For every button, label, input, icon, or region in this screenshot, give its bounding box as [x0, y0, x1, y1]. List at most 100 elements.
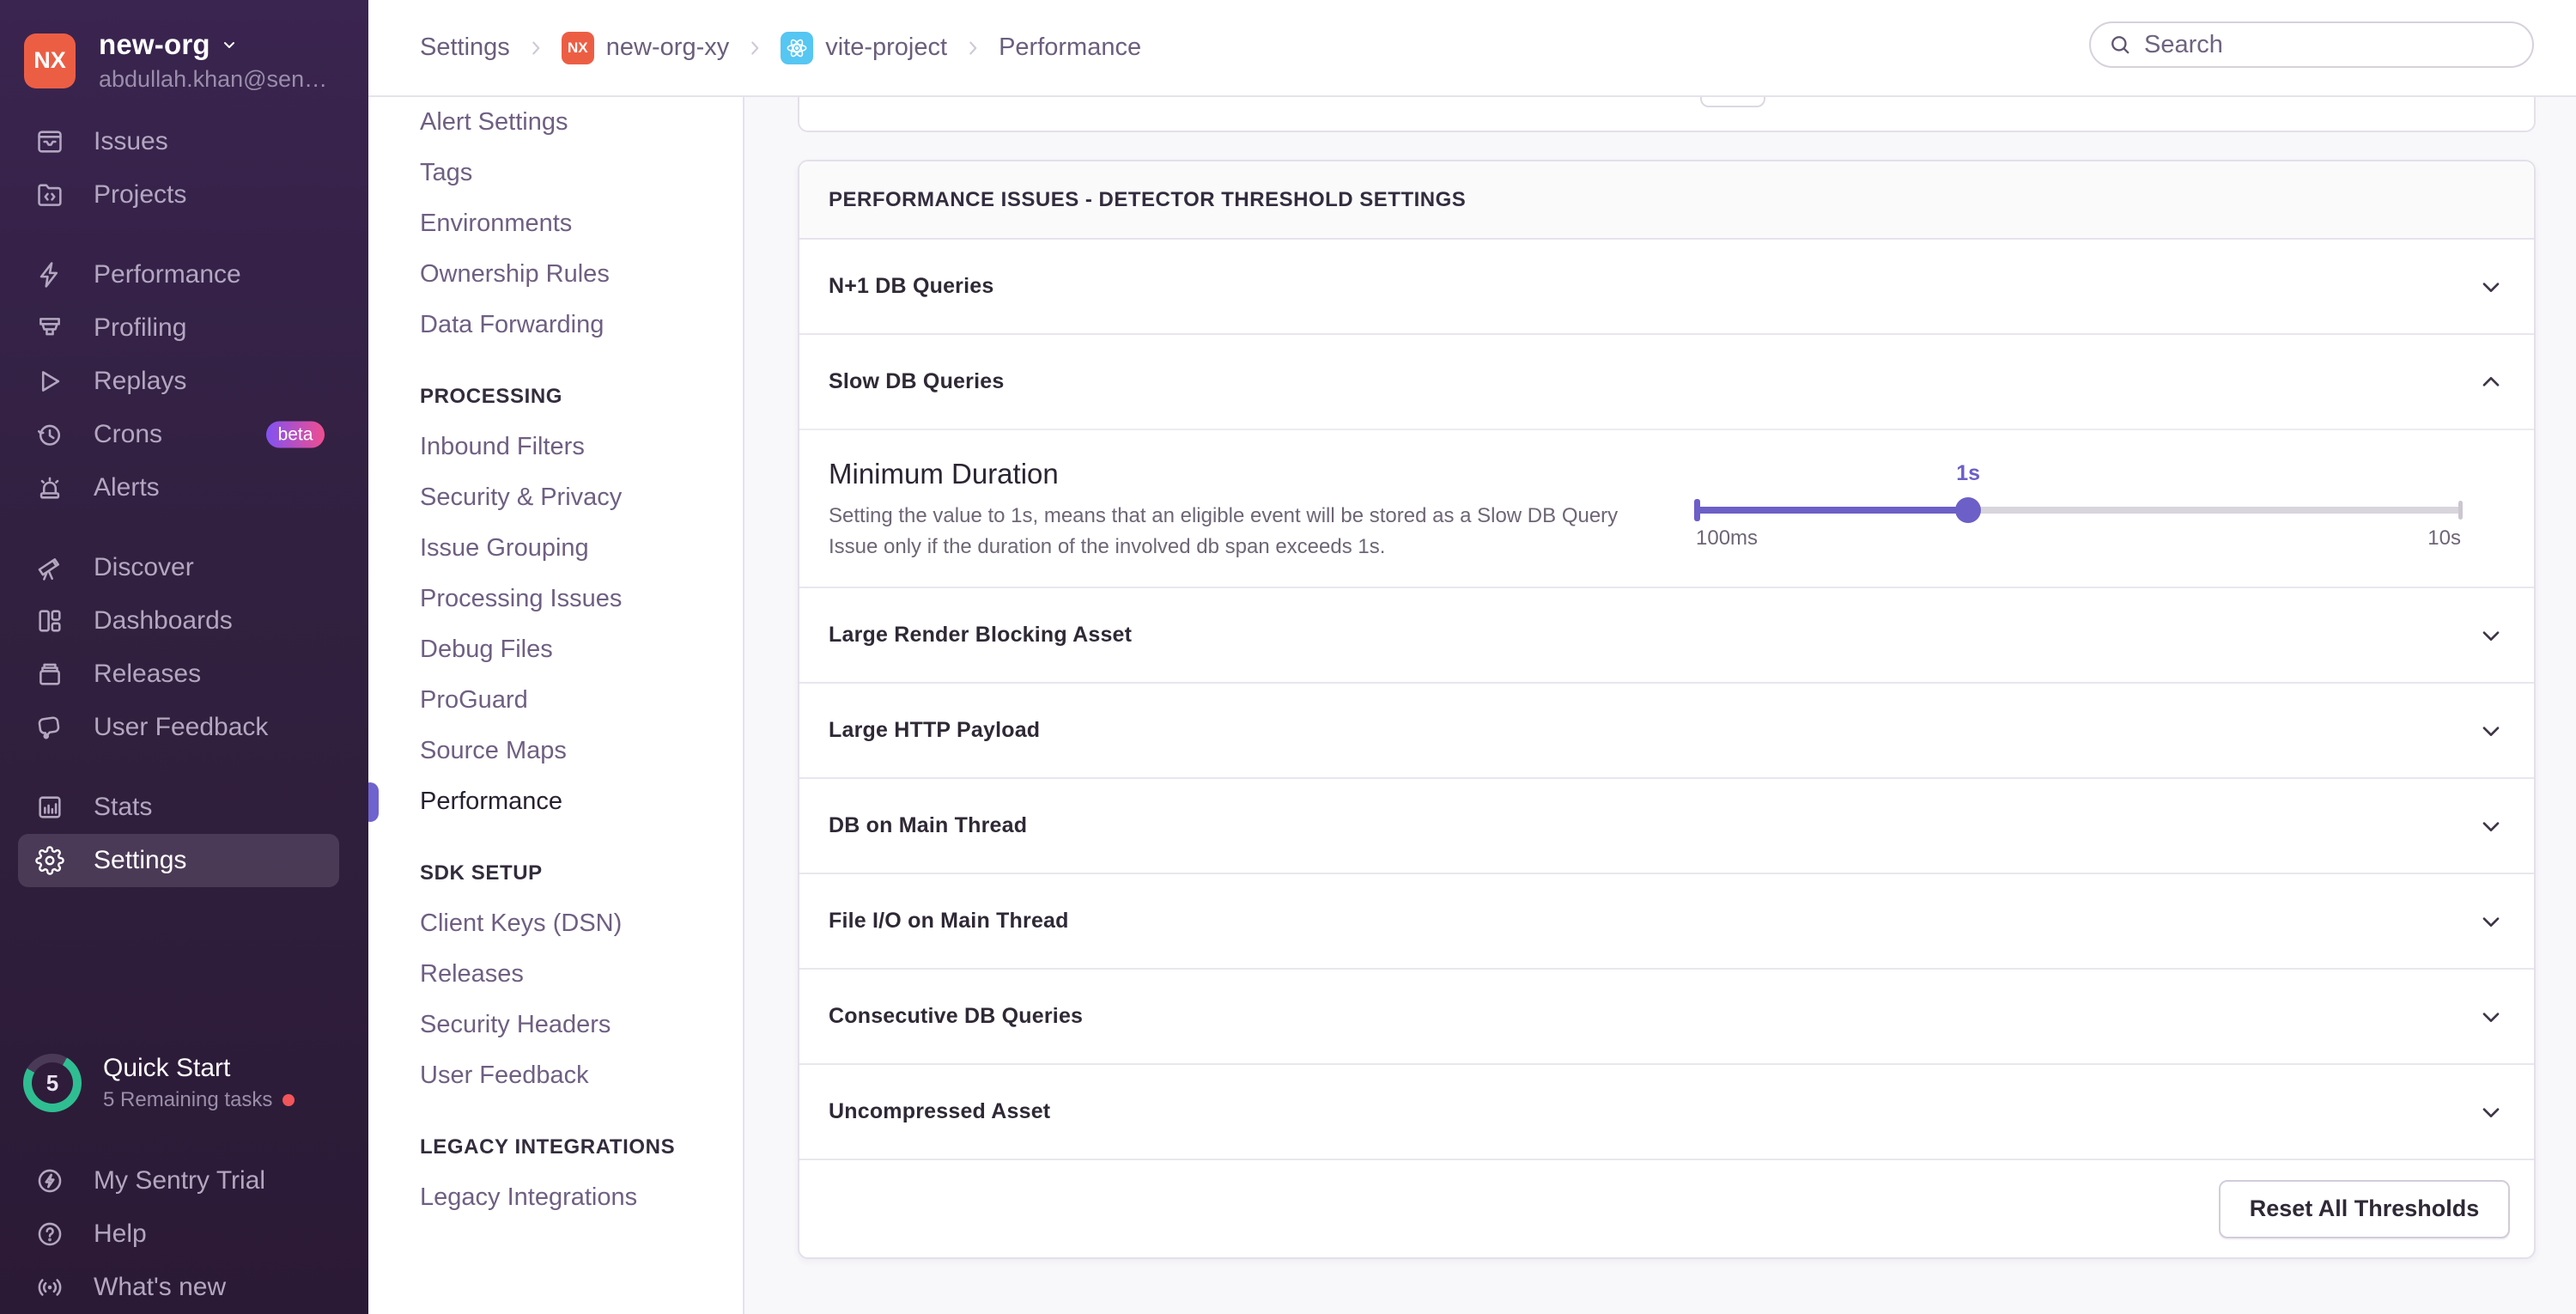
sidebar-item-profiling[interactable]: Profiling	[18, 301, 339, 355]
quick-start[interactable]: 5 Quick Start 5 Remaining tasks	[23, 1054, 351, 1112]
slow-db-queries-detail: Minimum Duration Setting the value to 1s…	[799, 430, 2534, 588]
org-switcher[interactable]: NX new-org abdullah.khan@sen…	[24, 28, 327, 93]
chevron-down-icon	[2477, 908, 2505, 935]
performance-icon	[34, 259, 65, 290]
settings-nav-section-sdk-setup: SDK SETUP	[420, 861, 543, 885]
notification-dot	[283, 1094, 295, 1106]
quick-start-title: Quick Start	[103, 1054, 231, 1082]
chevron-right-icon	[962, 37, 984, 59]
row-slow-db-queries[interactable]: Slow DB Queries	[799, 335, 2534, 430]
discover-icon	[34, 552, 65, 583]
slider-min-tick	[1694, 499, 1700, 521]
row-db-on-main-thread[interactable]: DB on Main Thread	[799, 779, 2534, 874]
settings-nav-proguard[interactable]: ProGuard	[368, 675, 743, 726]
sidebar-item-dashboards[interactable]: Dashboards	[18, 594, 339, 648]
chevron-down-icon	[2477, 273, 2505, 301]
settings-nav-security-privacy[interactable]: Security & Privacy	[368, 472, 743, 523]
settings-nav-section-legacy: LEGACY INTEGRATIONS	[420, 1135, 676, 1159]
sidebar-item-releases[interactable]: Releases	[18, 648, 339, 701]
sidebar-item-settings[interactable]: Settings	[18, 834, 339, 887]
sidebar-item-performance[interactable]: Performance	[18, 248, 339, 301]
breadcrumb-project[interactable]: vite-project	[781, 31, 947, 64]
row-large-render-blocking-asset[interactable]: Large Render Blocking Asset	[799, 588, 2534, 684]
settings-nav-releases[interactable]: Releases	[368, 949, 743, 1000]
settings-nav-legacy-integrations[interactable]: Legacy Integrations	[368, 1172, 743, 1223]
threshold-settings-panel: PERFORMANCE ISSUES - DETECTOR THRESHOLD …	[798, 160, 2536, 1259]
sidebar-item-discover[interactable]: Discover	[18, 541, 339, 594]
sidebar-item-replays[interactable]: Replays	[18, 355, 339, 408]
sidebar-item-stats[interactable]: Stats	[18, 781, 339, 834]
chevron-up-icon	[2477, 368, 2505, 396]
help-icon	[34, 1219, 65, 1250]
search-box[interactable]	[2089, 21, 2534, 68]
settings-nav: Alert Settings Tags Environments Ownersh…	[368, 95, 744, 1314]
row-uncompressed-asset[interactable]: Uncompressed Asset	[799, 1065, 2534, 1160]
chevron-down-icon	[2477, 622, 2505, 649]
user-feedback-icon	[34, 712, 65, 743]
profiling-icon	[34, 313, 65, 344]
stats-icon	[34, 792, 65, 823]
row-consecutive-db-queries[interactable]: Consecutive DB Queries	[799, 970, 2534, 1065]
settings-nav-source-maps[interactable]: Source Maps	[368, 726, 743, 776]
slider-thumb[interactable]	[1955, 497, 1982, 523]
trial-icon	[34, 1165, 65, 1196]
row-file-io-on-main-thread[interactable]: File I/O on Main Thread	[799, 874, 2534, 970]
settings-nav-debug-files[interactable]: Debug Files	[368, 624, 743, 675]
slider-fill	[1696, 507, 1969, 514]
panel-footer: Reset All Thresholds	[799, 1160, 2534, 1257]
settings-nav-security-headers[interactable]: Security Headers	[368, 1000, 743, 1050]
panel-title: PERFORMANCE ISSUES - DETECTOR THRESHOLD …	[799, 161, 2534, 240]
settings-nav-performance[interactable]: Performance	[368, 776, 743, 827]
sidebar-item-user-feedback[interactable]: User Feedback	[18, 701, 339, 754]
active-indicator	[368, 782, 379, 822]
row-large-http-payload[interactable]: Large HTTP Payload	[799, 684, 2534, 779]
previous-panel-remnant	[798, 94, 2536, 132]
settings-nav-data-forwarding[interactable]: Data Forwarding	[368, 300, 743, 350]
slider-min-label: 100ms	[1696, 526, 1759, 550]
sidebar-item-whats-new[interactable]: What's new	[18, 1261, 339, 1314]
sidebar-item-my-sentry-trial[interactable]: My Sentry Trial	[18, 1154, 339, 1208]
sidebar-item-issues[interactable]: Issues	[18, 115, 339, 168]
chevron-down-icon	[2477, 1098, 2505, 1126]
settings-nav-issue-grouping[interactable]: Issue Grouping	[368, 523, 743, 574]
crons-icon	[34, 419, 65, 450]
sidebar-item-projects[interactable]: Projects	[18, 168, 339, 222]
gear-icon	[34, 845, 65, 876]
sidebar-nav: Issues Projects Performance Profiling Re…	[0, 115, 368, 887]
beta-badge: beta	[266, 421, 325, 448]
settings-nav-user-feedback[interactable]: User Feedback	[368, 1050, 743, 1101]
breadcrumb-settings[interactable]: Settings	[420, 33, 510, 62]
breadcrumb-page: Performance	[999, 33, 1142, 61]
search-icon	[2108, 33, 2132, 57]
breadcrumb: Settings NX new-org-xy vite-project Perf…	[420, 31, 1142, 64]
react-logo-icon	[781, 31, 814, 64]
quick-start-subtitle: 5 Remaining tasks	[103, 1088, 295, 1112]
quick-start-progress-ring: 5	[23, 1054, 82, 1112]
releases-icon	[34, 659, 65, 690]
chevron-down-icon	[2477, 812, 2505, 840]
settings-nav-ownership-rules[interactable]: Ownership Rules	[368, 249, 743, 300]
search-input[interactable]	[2142, 29, 2506, 60]
settings-nav-processing-issues[interactable]: Processing Issues	[368, 574, 743, 624]
main-content: PERFORMANCE ISSUES - DETECTOR THRESHOLD …	[744, 94, 2576, 1314]
broadcast-icon	[34, 1272, 65, 1303]
settings-nav-section-processing: PROCESSING	[420, 384, 563, 408]
sidebar-item-crons[interactable]: Crons beta	[18, 408, 339, 461]
settings-nav-client-keys[interactable]: Client Keys (DSN)	[368, 898, 743, 949]
settings-nav-inbound-filters[interactable]: Inbound Filters	[368, 422, 743, 472]
settings-nav-tags[interactable]: Tags	[368, 148, 743, 198]
sidebar-item-help[interactable]: Help	[18, 1208, 339, 1261]
breadcrumb-org[interactable]: NX new-org-xy	[561, 31, 729, 64]
chevron-down-icon	[2477, 717, 2505, 745]
slider-max-label: 10s	[2427, 526, 2461, 550]
sidebar-footer: My Sentry Trial Help What's new	[0, 1154, 368, 1314]
settings-nav-environments[interactable]: Environments	[368, 198, 743, 249]
slider-max-tick	[2458, 501, 2463, 520]
reset-all-thresholds-button[interactable]: Reset All Thresholds	[2219, 1179, 2510, 1238]
row-n-plus-one-db-queries[interactable]: N+1 DB Queries	[799, 240, 2534, 335]
settings-nav-alert-settings[interactable]: Alert Settings	[368, 97, 743, 148]
org-avatar: NX	[24, 33, 76, 88]
alerts-icon	[34, 472, 65, 503]
sidebar-item-alerts[interactable]: Alerts	[18, 461, 339, 514]
chevron-down-icon	[2477, 1003, 2505, 1031]
